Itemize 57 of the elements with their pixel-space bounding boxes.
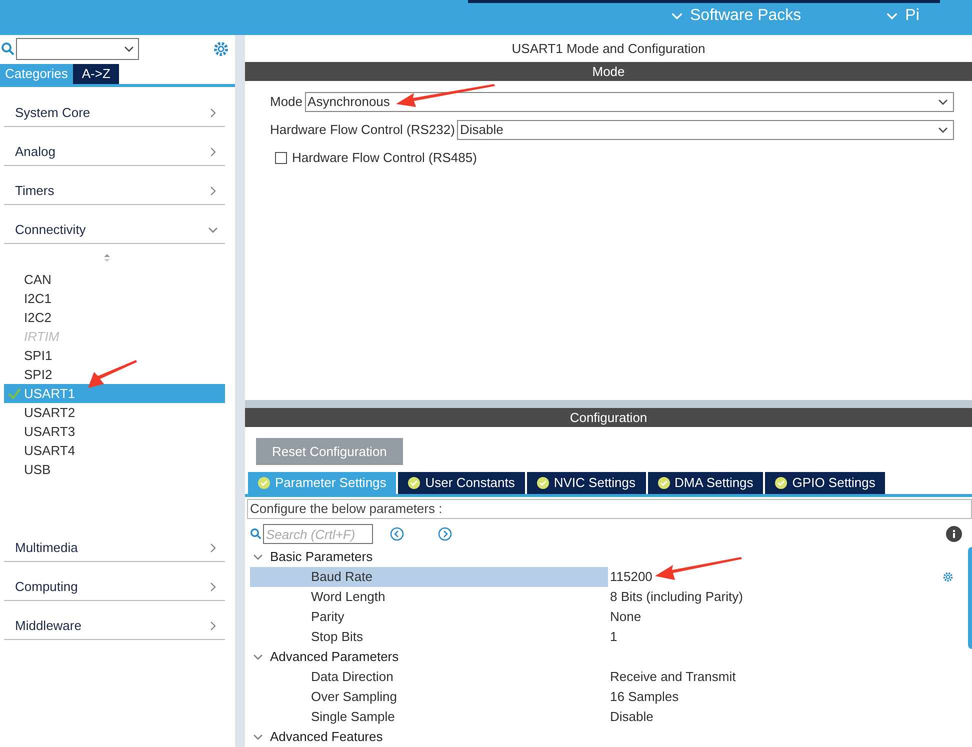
category-item[interactable]: Analog — [4, 138, 225, 166]
scrollbar-thumb[interactable] — [968, 547, 972, 649]
parameter-row[interactable]: Single Sample Disable — [250, 707, 954, 727]
category-item[interactable]: System Core — [4, 99, 225, 127]
parameter-row[interactable]: Word Length 8 Bits (including Parity) — [250, 587, 954, 607]
peripheral-item[interactable]: I2C1 — [4, 289, 225, 308]
search-field[interactable] — [16, 38, 139, 60]
peripheral-item[interactable]: USART2 — [4, 403, 225, 422]
info-icon[interactable] — [946, 526, 962, 542]
tree-group[interactable]: Basic Parameters — [250, 547, 954, 567]
config-tab[interactable]: NVIC Settings — [526, 472, 646, 494]
tree-group[interactable]: Advanced Features — [250, 727, 954, 747]
category-item[interactable]: Middleware — [4, 612, 225, 640]
arrow-annotation — [88, 360, 138, 390]
category-item[interactable]: Timers — [4, 177, 225, 205]
category-item[interactable]: Computing — [4, 573, 225, 601]
previous-icon[interactable] — [390, 527, 404, 541]
dropdown[interactable]: Asynchronous — [304, 92, 954, 112]
peripheral-item[interactable]: I2C2 — [4, 308, 225, 327]
search-icon — [1, 42, 15, 56]
peripheral-item[interactable]: SPI2 — [4, 365, 225, 384]
check-circle-icon — [258, 477, 270, 489]
tree-group[interactable]: Advanced Parameters — [250, 647, 954, 667]
parameter-row[interactable]: Stop Bits 1 — [250, 627, 954, 647]
field-label: Mode — [270, 93, 303, 112]
check-circle-icon — [658, 477, 670, 489]
peripheral-item[interactable]: USART3 — [4, 422, 225, 441]
dropdown[interactable]: Disable — [456, 120, 954, 140]
hint-text: Configure the below parameters : — [247, 499, 972, 519]
sidebar-tab[interactable]: A->Z — [72, 64, 120, 84]
section-header: Mode — [245, 62, 972, 81]
parameter-row[interactable]: Data Direction Receive and Transmit — [250, 667, 954, 687]
sort-icon[interactable] — [102, 252, 110, 264]
category-item[interactable]: Multimedia — [4, 534, 225, 562]
parameter-row[interactable]: Parity None — [250, 607, 954, 627]
check-circle-icon — [775, 477, 788, 489]
config-tab[interactable]: DMA Settings — [648, 472, 764, 494]
next-icon[interactable] — [438, 527, 452, 541]
peripheral-item[interactable]: SPI1 — [4, 346, 225, 365]
search-icon — [250, 528, 262, 540]
peripheral-item[interactable]: USB — [4, 460, 225, 479]
search-field[interactable]: Search (Crtl+F) — [263, 524, 373, 544]
parameter-row[interactable]: Over Sampling 16 Samples — [250, 687, 954, 707]
settings-icon[interactable] — [942, 571, 954, 583]
config-tab[interactable]: GPIO Settings — [765, 472, 886, 494]
category-item[interactable]: Connectivity — [4, 216, 225, 244]
checkbox-label: Hardware Flow Control (RS485) — [292, 149, 477, 168]
peripheral-item[interactable]: CAN — [4, 270, 225, 289]
checkbox[interactable] — [275, 152, 287, 164]
field-label: Hardware Flow Control (RS232) — [270, 121, 455, 140]
settings-icon[interactable] — [212, 40, 230, 58]
peripheral-item[interactable]: USART4 — [4, 441, 225, 460]
check-circle-icon — [536, 477, 549, 489]
section-header: Configuration — [245, 408, 972, 427]
config-tab[interactable]: User Constants — [398, 472, 525, 494]
check-circle-icon — [408, 477, 420, 489]
panel-title: USART1 Mode and Configuration — [510, 40, 706, 58]
